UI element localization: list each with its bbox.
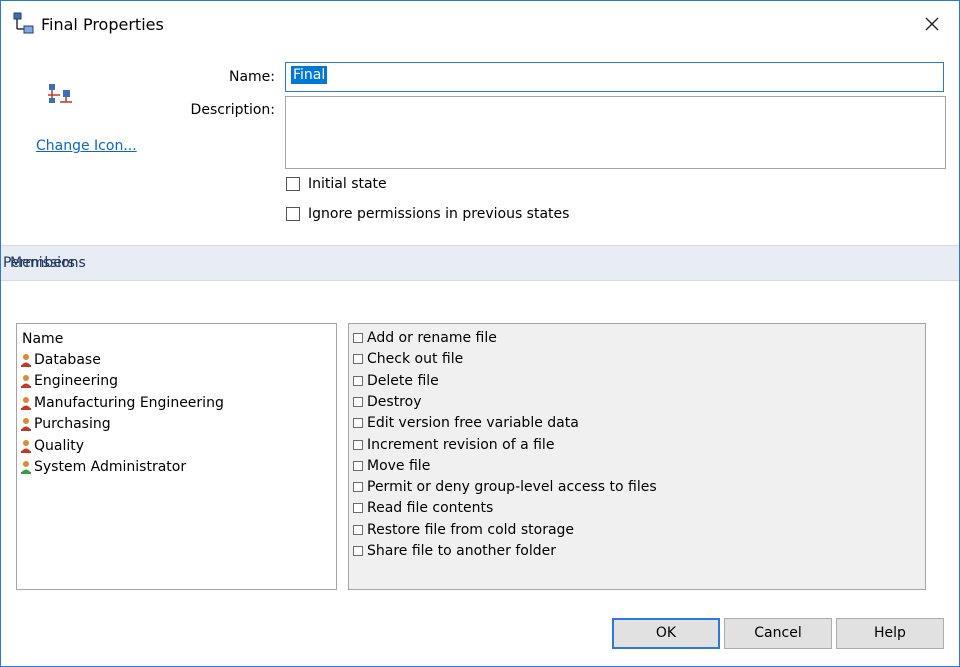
group-icon: [21, 439, 31, 453]
workflow-state-icon: [12, 12, 36, 36]
permission-label: Read file contents: [367, 500, 494, 517]
section-tab-bar: Permissions Members: [1, 245, 959, 281]
name-value: Final: [291, 66, 328, 84]
member-item[interactable]: Database: [20, 351, 320, 372]
permission-item[interactable]: Permit or deny group-level access to fil…: [353, 478, 913, 499]
member-label: Manufacturing Engineering: [34, 394, 224, 411]
properties-dialog: Final Properties Change Icon... Name: Fi…: [0, 0, 960, 667]
ok-button[interactable]: OK: [612, 618, 720, 649]
permission-label: Edit version free variable data: [367, 415, 579, 432]
permission-label: Share file to another folder: [367, 543, 556, 559]
permission-checkbox[interactable]: [353, 396, 363, 407]
member-item[interactable]: Manufacturing Engineering: [20, 394, 320, 415]
permission-item[interactable]: Increment revision of a file: [353, 436, 913, 457]
permission-checkbox[interactable]: [353, 333, 363, 343]
initial-state-label: Initial state: [308, 176, 387, 192]
permission-checkbox[interactable]: [353, 524, 363, 535]
help-button[interactable]: Help: [836, 618, 944, 649]
member-item[interactable]: Purchasing: [20, 415, 320, 436]
member-label: Purchasing: [34, 416, 111, 433]
name-input[interactable]: Final: [285, 62, 944, 92]
state-transition-icon: [46, 83, 74, 105]
permissions-panel: Add or rename file Check out file Delete f…: [348, 323, 926, 590]
description-input[interactable]: [285, 96, 946, 169]
permission-checkbox[interactable]: [353, 503, 363, 514]
group-icon: [21, 375, 31, 389]
window-title: Final Properties: [41, 15, 164, 34]
cancel-button[interactable]: Cancel: [724, 618, 832, 649]
permission-label: Check out file: [367, 351, 464, 368]
change-icon-link[interactable]: Change Icon...: [36, 138, 137, 154]
permission-item[interactable]: Share file to another folder: [353, 542, 913, 563]
ignore-permissions-label: Ignore permissions in previous states: [308, 206, 570, 222]
tab-members[interactable]: Members: [10, 255, 75, 271]
user-icon: [21, 461, 31, 474]
permission-label: Permit or deny group-level access to fil…: [367, 479, 657, 496]
permission-label: Restore file from cold storage: [367, 521, 575, 538]
list-header-name: Name: [22, 331, 64, 347]
permission-checkbox[interactable]: [353, 375, 363, 386]
member-label: System Administrator: [34, 459, 187, 475]
member-item[interactable]: System Administrator: [20, 458, 320, 479]
permission-label: Move file: [367, 457, 431, 474]
permission-item[interactable]: Delete file: [353, 372, 913, 393]
permission-item[interactable]: Move file: [353, 457, 913, 478]
group-icon: [21, 418, 31, 432]
group-icon: [21, 396, 31, 410]
close-icon: [925, 17, 939, 31]
permission-item[interactable]: Restore file from cold storage: [353, 521, 913, 542]
group-icon: [21, 354, 31, 367]
permission-checkbox[interactable]: [353, 439, 363, 450]
permission-label: Destroy: [367, 393, 422, 410]
description-label: Description:: [190, 102, 275, 118]
close-button[interactable]: [913, 7, 951, 41]
permission-checkbox[interactable]: [353, 546, 363, 556]
permission-item[interactable]: Edit version free variable data: [353, 414, 913, 435]
members-list[interactable]: Name Database Engineering Manufacturing En…: [16, 323, 337, 590]
member-label: Database: [34, 352, 101, 368]
permission-item[interactable]: Check out file: [353, 350, 913, 371]
ignore-permissions-checkbox[interactable]: [286, 207, 300, 221]
permission-label: Increment revision of a file: [367, 436, 555, 453]
initial-state-checkbox[interactable]: [286, 177, 300, 191]
permission-checkbox[interactable]: [353, 482, 363, 493]
permission-item[interactable]: Read file contents: [353, 499, 913, 520]
permission-item[interactable]: Destroy: [353, 393, 913, 414]
permission-checkbox[interactable]: [353, 418, 363, 429]
permission-item[interactable]: Add or rename file: [353, 329, 913, 350]
permission-label: Add or rename file: [367, 330, 497, 346]
member-label: Engineering: [34, 373, 118, 390]
name-label: Name:: [228, 69, 275, 85]
member-label: Quality: [34, 437, 85, 454]
title-bar: Final Properties: [1, 1, 959, 47]
permission-checkbox[interactable]: [353, 354, 363, 365]
member-item[interactable]: Quality: [20, 437, 320, 458]
permission-label: Delete file: [367, 372, 439, 389]
permission-checkbox[interactable]: [353, 460, 363, 471]
member-item[interactable]: Engineering: [20, 372, 320, 393]
